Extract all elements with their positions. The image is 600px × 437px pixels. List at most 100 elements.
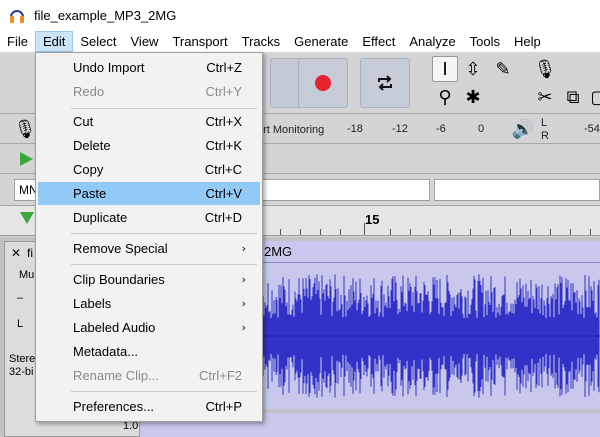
- ruler-tick: [390, 229, 391, 235]
- device-dropdown[interactable]: [434, 179, 600, 201]
- submenu-arrow-icon: ›: [241, 273, 246, 286]
- device-dropdown[interactable]: [262, 179, 430, 201]
- meter-tick: -12: [392, 123, 408, 135]
- clip-title: 2MG: [264, 244, 293, 259]
- meter-right-label: R: [541, 130, 549, 142]
- menu-item-preferences[interactable]: Preferences... Ctrl+P: [38, 395, 260, 418]
- menu-item-label: Redo: [73, 84, 105, 99]
- menu-item-label: Labeled Audio: [73, 320, 156, 335]
- pan-label: L: [17, 318, 24, 330]
- menu-transport[interactable]: Transport: [165, 31, 234, 52]
- ruler-tick: [510, 229, 511, 235]
- edit-menu-dropdown: Undo Import Ctrl+Z Redo Ctrl+Y Cut Ctrl+…: [35, 52, 263, 422]
- record-button[interactable]: [298, 58, 348, 108]
- loop-button[interactable]: [360, 58, 410, 108]
- gain-slider[interactable]: –: [17, 292, 23, 304]
- track-info-channels: Stere: [9, 353, 36, 365]
- menu-item-delete[interactable]: Delete Ctrl+K: [38, 134, 260, 157]
- menu-effect[interactable]: Effect: [355, 31, 402, 52]
- menu-file[interactable]: File: [0, 31, 35, 52]
- menu-select[interactable]: Select: [73, 31, 123, 52]
- title-bar: file_example_MP3_2MG: [0, 0, 600, 31]
- menu-item-duplicate[interactable]: Duplicate Ctrl+D: [38, 206, 260, 229]
- microphone-icon: 🎙: [533, 58, 557, 80]
- menu-item-shortcut: Ctrl+V: [205, 186, 242, 201]
- menu-item-label: Cut: [73, 114, 94, 129]
- menu-tracks[interactable]: Tracks: [235, 31, 288, 52]
- menu-item-label: Duplicate: [73, 210, 128, 225]
- ruler-tick: [550, 229, 551, 235]
- monitor-label[interactable]: art Monitoring: [257, 124, 324, 136]
- audacity-logo-icon: [8, 7, 26, 25]
- loop-icon: [378, 75, 392, 91]
- submenu-arrow-icon: ›: [241, 242, 246, 255]
- ruler-tick: [470, 229, 471, 235]
- menu-item-shortcut: Ctrl+K: [205, 138, 242, 153]
- multi-tool-icon[interactable]: ✱: [460, 84, 486, 110]
- track-name-button[interactable]: fi: [27, 246, 33, 260]
- menu-item-rename-clip[interactable]: Rename Clip... Ctrl+F2: [38, 364, 260, 387]
- menu-help[interactable]: Help: [507, 31, 548, 52]
- ruler-tick: [280, 229, 281, 235]
- paste-icon[interactable]: ▢: [586, 84, 600, 110]
- menu-generate[interactable]: Generate: [287, 31, 355, 52]
- ruler-tick: [410, 229, 411, 235]
- menu-item-label: Preferences...: [73, 399, 154, 414]
- meter-tick: -54: [584, 123, 600, 135]
- menu-item-labeled-audio[interactable]: Labeled Audio ›: [38, 316, 260, 339]
- menu-item-labels[interactable]: Labels ›: [38, 292, 260, 315]
- menu-item-remove-special[interactable]: Remove Special ›: [38, 237, 260, 260]
- menu-item-label: Paste: [73, 186, 107, 201]
- ruler-tick: [364, 223, 365, 235]
- pinned-play-head-icon[interactable]: [20, 212, 34, 224]
- ruler-tick: [590, 229, 591, 235]
- ruler-tick: [570, 229, 571, 235]
- meter-tick: -6: [436, 123, 446, 135]
- menu-item-redo[interactable]: Redo Ctrl+Y: [38, 80, 260, 103]
- menu-separator: [71, 108, 257, 109]
- meter-left-label: L: [541, 117, 548, 129]
- cut-icon[interactable]: ✂: [532, 84, 558, 110]
- play-at-speed-icon[interactable]: [18, 151, 34, 167]
- menu-item-label: Undo Import: [73, 60, 145, 75]
- menu-item-shortcut: Ctrl+P: [205, 399, 242, 414]
- menu-item-label: Labels: [73, 296, 112, 311]
- menu-edit[interactable]: Edit: [34, 31, 74, 52]
- menu-item-shortcut: Ctrl+D: [204, 210, 242, 225]
- copy-icon[interactable]: ⧉: [560, 84, 586, 110]
- ruler-tick: [530, 229, 531, 235]
- speaker-icon: 🔊: [511, 118, 535, 140]
- menu-view[interactable]: View: [124, 31, 166, 52]
- menu-item-shortcut: Ctrl+Y: [205, 84, 242, 99]
- menu-item-shortcut: Ctrl+C: [204, 162, 242, 177]
- submenu-arrow-icon: ›: [241, 321, 246, 334]
- zoom-tool-icon[interactable]: ⚲: [432, 84, 458, 110]
- menu-item-undo-import[interactable]: Undo Import Ctrl+Z: [38, 56, 260, 79]
- menu-separator: [71, 233, 257, 234]
- menu-separator: [71, 391, 257, 392]
- meter-tick: 0: [478, 123, 485, 135]
- record-icon: [315, 75, 331, 91]
- menu-item-paste[interactable]: Paste Ctrl+V: [38, 182, 260, 205]
- menu-item-copy[interactable]: Copy Ctrl+C: [38, 158, 260, 181]
- draw-tool-icon[interactable]: ✎: [490, 56, 516, 82]
- menu-item-clip-boundaries[interactable]: Clip Boundaries ›: [38, 268, 260, 291]
- menu-item-label: Clip Boundaries: [73, 272, 165, 287]
- menu-analyze[interactable]: Analyze: [402, 31, 462, 52]
- ruler-tick: [300, 229, 301, 235]
- menu-item-metadata[interactable]: Metadata...: [38, 340, 260, 363]
- track-close-icon[interactable]: ✕: [11, 246, 21, 260]
- menu-item-shortcut: Ctrl+F2: [199, 368, 242, 383]
- menu-bar: File Edit Select View Transport Tracks G…: [0, 31, 600, 52]
- ruler-tick: [490, 229, 491, 235]
- selection-tool-icon[interactable]: I: [432, 56, 458, 82]
- envelope-tool-icon[interactable]: ⇳: [460, 56, 486, 82]
- mute-button[interactable]: Mu: [19, 269, 34, 281]
- menu-tools[interactable]: Tools: [463, 31, 507, 52]
- menu-item-label: Metadata...: [73, 344, 139, 359]
- track-info-format: 32-bi: [9, 366, 34, 378]
- menu-item-shortcut: Ctrl+Z: [206, 60, 242, 75]
- meter-tick: -18: [347, 123, 363, 135]
- menu-item-cut[interactable]: Cut Ctrl+X: [38, 110, 260, 133]
- submenu-arrow-icon: ›: [241, 297, 246, 310]
